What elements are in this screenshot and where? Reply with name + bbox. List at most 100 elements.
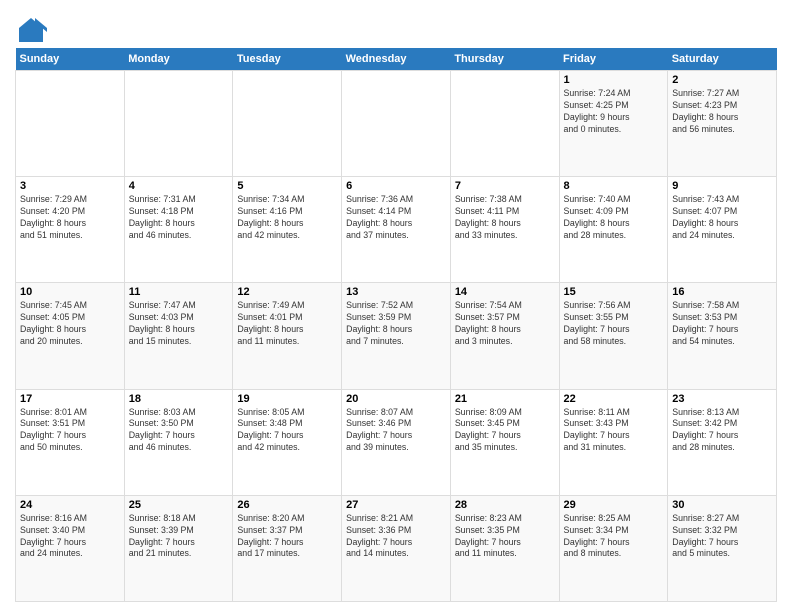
logo <box>15 14 47 42</box>
day-number: 4 <box>129 180 229 192</box>
calendar-cell <box>450 71 559 177</box>
day-number: 27 <box>346 499 446 511</box>
day-number: 22 <box>564 393 664 405</box>
day-number: 29 <box>564 499 664 511</box>
calendar-cell: 25 Sunrise: 8:18 AMSunset: 3:39 PMDayligh… <box>124 495 233 601</box>
logo-icon <box>15 14 43 42</box>
day-info: Sunrise: 7:47 AMSunset: 4:03 PMDaylight:… <box>129 300 229 348</box>
calendar-cell <box>16 71 125 177</box>
calendar-cell: 27Sunrise: 8:21 AMSunset: 3:36 PMDayligh… <box>342 495 451 601</box>
calendar-cell: 23Sunrise: 8:13 AMSunset: 3:42 PMDayligh… <box>668 389 777 495</box>
calendar-cell: 12 Sunrise: 7:49 AMSunset: 4:01 PMDayligh… <box>233 283 342 389</box>
day-number: 19 <box>237 393 337 405</box>
calendar-table: SundayMondayTuesdayWednesdayThursdayFrid… <box>15 48 777 602</box>
calendar-cell: 29 Sunrise: 8:25 AMSunset: 3:34 PMDayligh… <box>559 495 668 601</box>
header-cell-sunday: Sunday <box>16 48 125 71</box>
day-info: Sunrise: 7:54 AMSunset: 3:57 PMDaylight:… <box>455 300 555 348</box>
day-number: 12 <box>237 286 337 298</box>
calendar-cell: 8Sunrise: 7:40 AMSunset: 4:09 PMDaylight… <box>559 177 668 283</box>
header-cell-wednesday: Wednesday <box>342 48 451 71</box>
day-number: 30 <box>672 499 772 511</box>
day-number: 2 <box>672 74 772 86</box>
calendar-cell: 26 Sunrise: 8:20 AMSunset: 3:37 PMDayligh… <box>233 495 342 601</box>
day-info: Sunrise: 8:20 AMSunset: 3:37 PMDaylight:… <box>237 513 337 561</box>
day-info: Sunrise: 8:05 AMSunset: 3:48 PMDaylight:… <box>237 407 337 455</box>
header <box>15 10 777 42</box>
day-number: 9 <box>672 180 772 192</box>
calendar-header: SundayMondayTuesdayWednesdayThursdayFrid… <box>16 48 777 71</box>
day-info: Sunrise: 7:52 AMSunset: 3:59 PMDaylight:… <box>346 300 446 348</box>
calendar-cell: 2 Sunrise: 7:27 AMSunset: 4:23 PMDaylight… <box>668 71 777 177</box>
calendar-cell: 15Sunrise: 7:56 AMSunset: 3:55 PMDayligh… <box>559 283 668 389</box>
calendar-cell: 17 Sunrise: 8:01 AMSunset: 3:51 PMDayligh… <box>16 389 125 495</box>
day-number: 18 <box>129 393 229 405</box>
day-info: Sunrise: 8:27 AMSunset: 3:32 PMDaylight:… <box>672 513 772 561</box>
calendar-cell: 20 Sunrise: 8:07 AMSunset: 3:46 PMDayligh… <box>342 389 451 495</box>
calendar-week-4: 17 Sunrise: 8:01 AMSunset: 3:51 PMDayligh… <box>16 389 777 495</box>
calendar-week-3: 10 Sunrise: 7:45 AMSunset: 4:05 PMDayligh… <box>16 283 777 389</box>
day-number: 6 <box>346 180 446 192</box>
day-info: Sunrise: 7:45 AMSunset: 4:05 PMDaylight:… <box>20 300 120 348</box>
day-info: Sunrise: 8:18 AMSunset: 3:39 PMDaylight:… <box>129 513 229 561</box>
calendar-cell: 1Sunrise: 7:24 AMSunset: 4:25 PMDaylight… <box>559 71 668 177</box>
day-info: Sunrise: 8:01 AMSunset: 3:51 PMDaylight:… <box>20 407 120 455</box>
day-number: 13 <box>346 286 446 298</box>
day-info: Sunrise: 8:23 AMSunset: 3:35 PMDaylight:… <box>455 513 555 561</box>
calendar-week-1: 1Sunrise: 7:24 AMSunset: 4:25 PMDaylight… <box>16 71 777 177</box>
header-cell-friday: Friday <box>559 48 668 71</box>
calendar-cell: 13 Sunrise: 7:52 AMSunset: 3:59 PMDayligh… <box>342 283 451 389</box>
calendar-cell <box>342 71 451 177</box>
day-number: 7 <box>455 180 555 192</box>
day-info: Sunrise: 8:07 AMSunset: 3:46 PMDaylight:… <box>346 407 446 455</box>
day-info: Sunrise: 7:40 AMSunset: 4:09 PMDaylight:… <box>564 194 664 242</box>
day-number: 20 <box>346 393 446 405</box>
day-info: Sunrise: 7:24 AMSunset: 4:25 PMDaylight:… <box>564 88 664 136</box>
day-number: 10 <box>20 286 120 298</box>
calendar-week-5: 24Sunrise: 8:16 AMSunset: 3:40 PMDayligh… <box>16 495 777 601</box>
day-info: Sunrise: 7:56 AMSunset: 3:55 PMDaylight:… <box>564 300 664 348</box>
calendar-week-2: 3 Sunrise: 7:29 AMSunset: 4:20 PMDaylight… <box>16 177 777 283</box>
calendar-cell: 9 Sunrise: 7:43 AMSunset: 4:07 PMDaylight… <box>668 177 777 283</box>
day-number: 17 <box>20 393 120 405</box>
calendar-cell: 22 Sunrise: 8:11 AMSunset: 3:43 PMDayligh… <box>559 389 668 495</box>
calendar-cell: 28 Sunrise: 8:23 AMSunset: 3:35 PMDayligh… <box>450 495 559 601</box>
calendar-cell: 5Sunrise: 7:34 AMSunset: 4:16 PMDaylight… <box>233 177 342 283</box>
day-number: 5 <box>237 180 337 192</box>
day-info: Sunrise: 8:09 AMSunset: 3:45 PMDaylight:… <box>455 407 555 455</box>
page: SundayMondayTuesdayWednesdayThursdayFrid… <box>0 0 792 612</box>
day-info: Sunrise: 7:36 AMSunset: 4:14 PMDaylight:… <box>346 194 446 242</box>
day-info: Sunrise: 8:13 AMSunset: 3:42 PMDaylight:… <box>672 407 772 455</box>
header-cell-tuesday: Tuesday <box>233 48 342 71</box>
calendar-cell: 10 Sunrise: 7:45 AMSunset: 4:05 PMDayligh… <box>16 283 125 389</box>
calendar-cell <box>124 71 233 177</box>
day-number: 16 <box>672 286 772 298</box>
calendar-cell: 7 Sunrise: 7:38 AMSunset: 4:11 PMDaylight… <box>450 177 559 283</box>
day-number: 26 <box>237 499 337 511</box>
day-info: Sunrise: 7:49 AMSunset: 4:01 PMDaylight:… <box>237 300 337 348</box>
calendar-cell: 11 Sunrise: 7:47 AMSunset: 4:03 PMDayligh… <box>124 283 233 389</box>
day-info: Sunrise: 7:38 AMSunset: 4:11 PMDaylight:… <box>455 194 555 242</box>
day-number: 3 <box>20 180 120 192</box>
day-info: Sunrise: 7:27 AMSunset: 4:23 PMDaylight:… <box>672 88 772 136</box>
header-row: SundayMondayTuesdayWednesdayThursdayFrid… <box>16 48 777 71</box>
header-cell-saturday: Saturday <box>668 48 777 71</box>
calendar-cell: 24Sunrise: 8:16 AMSunset: 3:40 PMDayligh… <box>16 495 125 601</box>
calendar-cell: 14 Sunrise: 7:54 AMSunset: 3:57 PMDayligh… <box>450 283 559 389</box>
day-number: 25 <box>129 499 229 511</box>
day-info: Sunrise: 7:43 AMSunset: 4:07 PMDaylight:… <box>672 194 772 242</box>
calendar-cell: 16 Sunrise: 7:58 AMSunset: 3:53 PMDayligh… <box>668 283 777 389</box>
calendar-cell: 30 Sunrise: 8:27 AMSunset: 3:32 PMDayligh… <box>668 495 777 601</box>
day-info: Sunrise: 8:25 AMSunset: 3:34 PMDaylight:… <box>564 513 664 561</box>
calendar-cell: 18Sunrise: 8:03 AMSunset: 3:50 PMDayligh… <box>124 389 233 495</box>
header-cell-monday: Monday <box>124 48 233 71</box>
calendar-cell: 4Sunrise: 7:31 AMSunset: 4:18 PMDaylight… <box>124 177 233 283</box>
day-number: 28 <box>455 499 555 511</box>
calendar-cell: 21Sunrise: 8:09 AMSunset: 3:45 PMDayligh… <box>450 389 559 495</box>
day-info: Sunrise: 7:29 AMSunset: 4:20 PMDaylight:… <box>20 194 120 242</box>
day-number: 11 <box>129 286 229 298</box>
day-number: 24 <box>20 499 120 511</box>
calendar-body: 1Sunrise: 7:24 AMSunset: 4:25 PMDaylight… <box>16 71 777 602</box>
day-info: Sunrise: 7:58 AMSunset: 3:53 PMDaylight:… <box>672 300 772 348</box>
day-info: Sunrise: 8:11 AMSunset: 3:43 PMDaylight:… <box>564 407 664 455</box>
day-number: 14 <box>455 286 555 298</box>
